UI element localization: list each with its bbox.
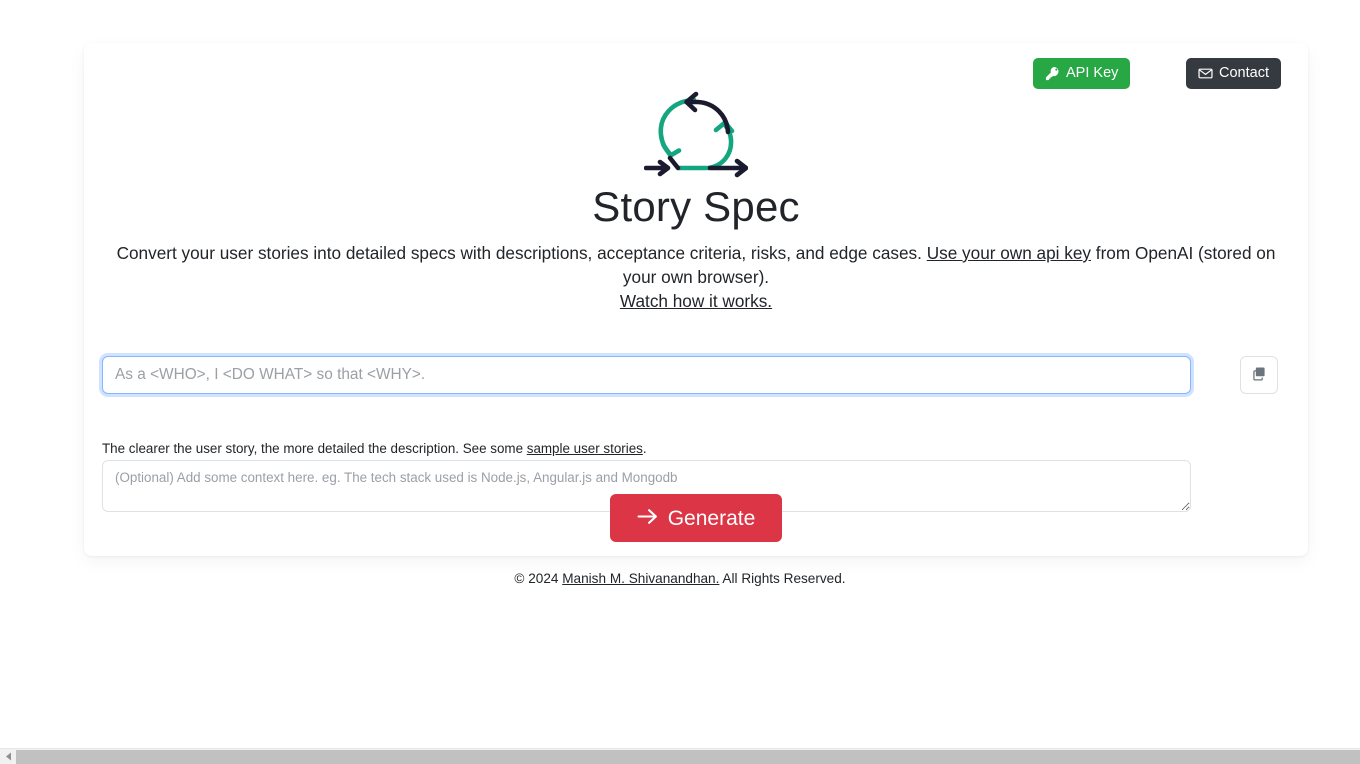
generate-button[interactable]: Generate — [609, 494, 783, 542]
main-card: API Key Contact Story Spec Convert your … — [84, 43, 1308, 556]
helper-text-part1: The clearer the user story, the more det… — [102, 441, 527, 456]
scrollbar-track[interactable] — [16, 749, 1360, 764]
api-key-link[interactable]: Use your own api key — [927, 243, 1091, 263]
scroll-left-arrow-icon[interactable] — [0, 749, 16, 764]
story-input-row — [102, 356, 1290, 394]
api-key-button[interactable]: API Key — [1033, 58, 1131, 89]
watch-how-it-works-link[interactable]: Watch how it works. — [620, 291, 772, 311]
key-icon — [1045, 66, 1060, 81]
footer-copyright: © 2024 — [514, 571, 563, 586]
browser-viewport: API Key Contact Story Spec Convert your … — [0, 0, 1360, 764]
page-title: Story Spec — [592, 183, 800, 230]
watch-how-it-works: Watch how it works. — [84, 289, 1308, 313]
contact-label: Contact — [1219, 65, 1269, 82]
hero-description-part1: Convert your user stories into detailed … — [116, 243, 927, 263]
footer: © 2024 Manish M. Shivanandhan. All Right… — [0, 571, 1360, 586]
generate-label: Generate — [667, 506, 756, 530]
story-helper-text: The clearer the user story, the more det… — [102, 441, 647, 456]
paste-button[interactable] — [1240, 356, 1278, 394]
sample-user-stories-link[interactable]: sample user stories — [527, 441, 643, 456]
arrow-right-icon — [637, 507, 658, 530]
helper-text-part2: . — [642, 441, 647, 456]
story-input[interactable] — [102, 356, 1191, 394]
author-link[interactable]: Manish M. Shivanandhan. — [562, 571, 719, 586]
contact-button[interactable]: Contact — [1186, 58, 1281, 89]
api-key-label: API Key — [1066, 65, 1119, 82]
copy-paste-icon — [1251, 365, 1268, 385]
footer-rights: All Rights Reserved. — [719, 571, 846, 586]
hero-description: Convert your user stories into detailed … — [108, 241, 1284, 289]
horizontal-scrollbar[interactable] — [0, 748, 1360, 764]
generate-button-wrap: Generate — [84, 494, 1308, 542]
cycle-arrows-logo — [643, 88, 749, 180]
scrollbar-thumb[interactable] — [16, 749, 1360, 764]
envelope-icon — [1198, 66, 1213, 81]
